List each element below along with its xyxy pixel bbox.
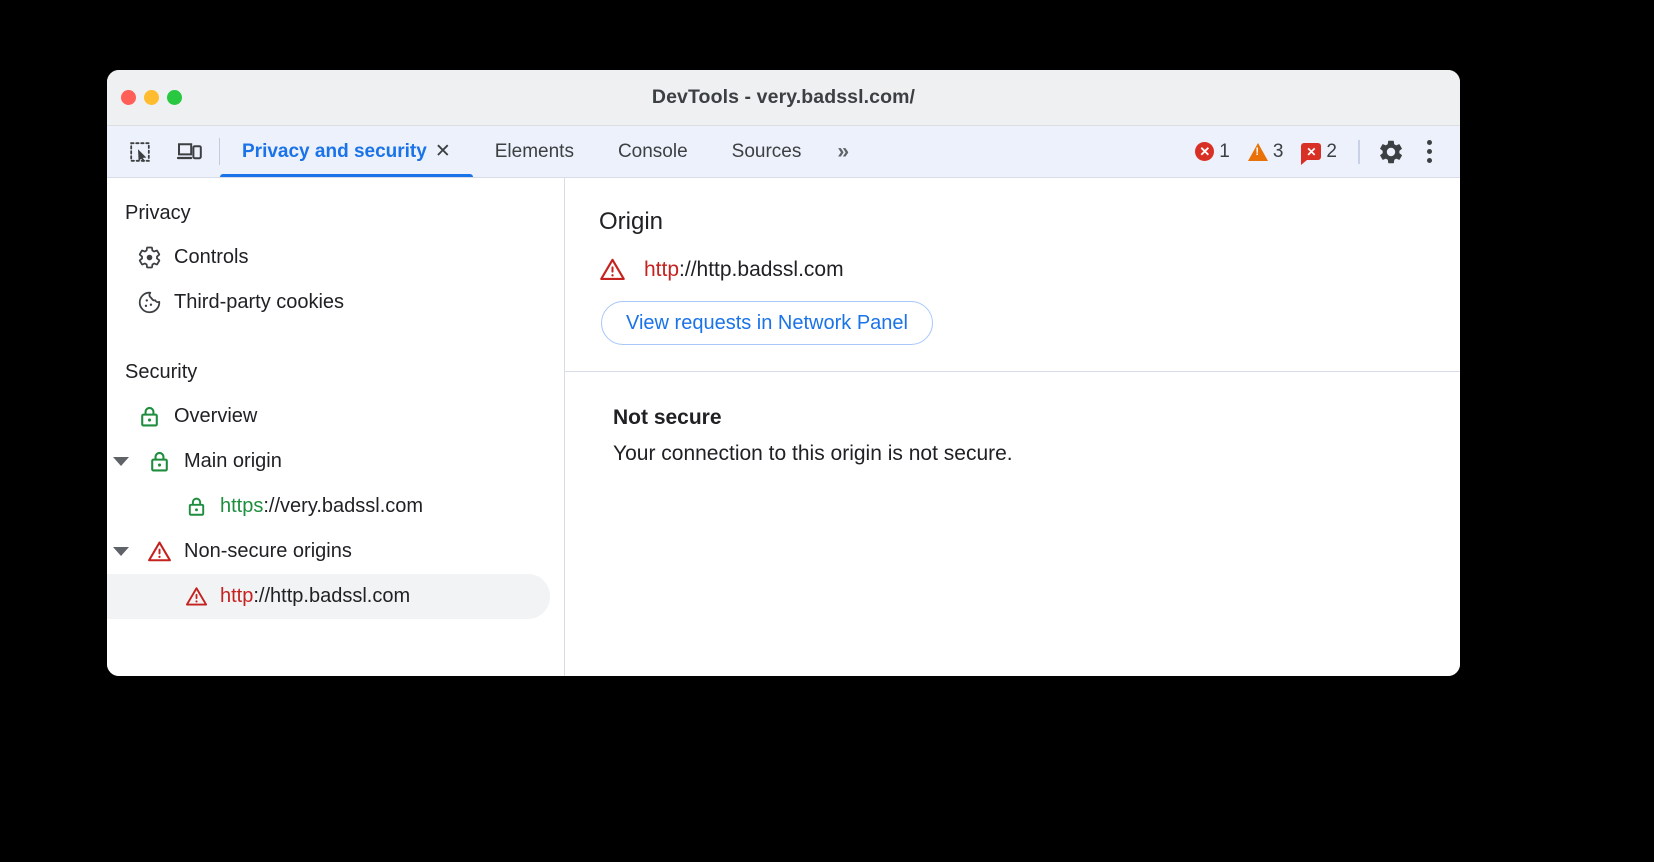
sidebar-item-label: Controls: [174, 246, 249, 268]
more-options-button[interactable]: [1410, 133, 1448, 171]
sidebar-item-overview[interactable]: Overview: [107, 394, 564, 439]
issue-count: 2: [1326, 140, 1337, 162]
sidebar-item-https-very-badssl-com[interactable]: https://very.badssl.com: [107, 484, 564, 529]
url-host: ://very.badssl.com: [263, 495, 424, 517]
tab-strip: Privacy and security ✕ Elements Console …: [107, 126, 1460, 178]
warning-count: 3: [1272, 140, 1284, 162]
tab-privacy-and-security[interactable]: Privacy and security ✕: [220, 126, 473, 177]
lock-icon: [185, 495, 208, 518]
security-state-description: Your connection to this origin is not se…: [613, 442, 1013, 465]
chevron-down-icon[interactable]: [113, 457, 129, 466]
security-state-section: Not secure Your connection to this origi…: [565, 371, 1460, 492]
issue-counter[interactable]: ✕ 2: [1292, 140, 1346, 165]
section-title: Origin: [599, 208, 664, 235]
settings-button[interactable]: [1372, 133, 1410, 171]
kebab-menu-icon: [1426, 140, 1432, 163]
lock-icon: [137, 404, 162, 429]
view-requests-in-network-panel-button[interactable]: View requests in Network Panel: [601, 301, 933, 345]
panel-tabs: Privacy and security ✕ Elements Console …: [220, 126, 859, 177]
sidebar: Privacy Controls Third-party cookies Sec…: [107, 178, 565, 676]
sidebar-item-non-secure-origins[interactable]: Non-secure origins: [107, 529, 564, 574]
title-bar: DevTools - very.badssl.com/: [107, 70, 1460, 126]
close-icon[interactable]: ✕: [435, 142, 451, 161]
gear-icon: [137, 245, 162, 270]
main-content: Origin http://http.badssl.com View reque…: [565, 178, 1460, 676]
gear-icon: [1380, 140, 1402, 163]
sidebar-group-privacy-title: Privacy: [125, 202, 191, 224]
warning-counter[interactable]: 3: [1239, 141, 1293, 163]
sidebar-item-main-origin[interactable]: Main origin: [107, 439, 564, 484]
warning-triangle-icon: [599, 256, 626, 283]
sidebar-item-label: Main origin: [184, 450, 282, 472]
window-title: DevTools - very.badssl.com/: [651, 86, 916, 108]
url-host: ://http.badssl.com: [679, 257, 844, 281]
error-counter[interactable]: ✕ 1: [1186, 141, 1239, 163]
cookie-icon: [137, 290, 162, 315]
error-count: 1: [1219, 140, 1230, 162]
url-host: ://http.badssl.com: [253, 585, 411, 607]
url-scheme: http: [644, 257, 680, 281]
device-toolbar-icon[interactable]: [175, 137, 205, 167]
toolbar-divider-right: [1358, 139, 1360, 164]
tab-console[interactable]: Console: [596, 126, 710, 177]
warning-triangle-icon: [147, 539, 172, 564]
chevron-down-icon[interactable]: [113, 547, 129, 556]
tab-label: Privacy and security: [242, 140, 427, 162]
tab-label: Console: [617, 140, 688, 162]
sidebar-item-label: Overview: [174, 405, 258, 427]
url-scheme: http: [220, 585, 254, 607]
tab-elements[interactable]: Elements: [473, 126, 596, 177]
origin-url: http://http.badssl.com: [599, 256, 1460, 283]
more-tabs-icon[interactable]: »: [823, 126, 859, 177]
sidebar-item-controls[interactable]: Controls: [107, 235, 564, 280]
security-state-title: Not secure: [613, 406, 722, 429]
tab-label: Sources: [731, 140, 802, 162]
sidebar-item-third-party-cookies[interactable]: Third-party cookies: [107, 280, 564, 325]
warning-triangle-icon: [185, 585, 208, 608]
sidebar-group-security-title: Security: [125, 361, 198, 383]
origin-section: Origin http://http.badssl.com View reque…: [565, 178, 1460, 371]
sidebar-item-label: Non-secure origins: [184, 540, 352, 562]
toolbar-right: ✕ 1 3 ✕ 2: [1186, 126, 1460, 177]
lock-icon: [147, 449, 172, 474]
sidebar-item-label: Third-party cookies: [174, 291, 345, 313]
tab-label: Elements: [494, 140, 574, 162]
inspect-element-icon[interactable]: [125, 137, 155, 167]
error-circle-icon: ✕: [1195, 142, 1215, 161]
toolbar-left-icons: [107, 126, 219, 177]
panel-body: Privacy Controls Third-party cookies Sec…: [107, 178, 1460, 676]
url-scheme: https: [220, 495, 264, 517]
tab-sources[interactable]: Sources: [710, 126, 824, 177]
issue-bubble-icon: ✕: [1301, 143, 1322, 165]
sidebar-item-http-http-badssl-com[interactable]: http://http.badssl.com: [107, 574, 550, 619]
warning-triangle-icon: [1247, 142, 1268, 161]
devtools-window: DevTools - very.badssl.com/ Privacy and …: [107, 70, 1460, 676]
